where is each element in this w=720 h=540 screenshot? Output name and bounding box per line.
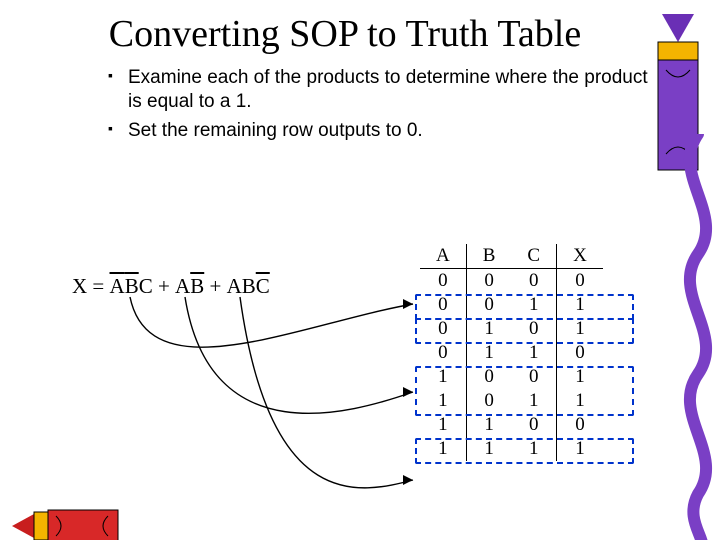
squiggle-icon — [676, 134, 720, 540]
table-cell: 0 — [420, 269, 466, 294]
table-cell: 0 — [466, 269, 511, 294]
table-row: 0110 — [420, 341, 603, 365]
table-cell: 1 — [420, 413, 466, 437]
th-x: X — [557, 244, 603, 269]
table-cell: 0 — [557, 341, 603, 365]
table-row: 1100 — [420, 413, 603, 437]
truth-table: A B C X 00000011010101101001101111001111 — [420, 244, 603, 461]
table-cell: 0 — [557, 269, 603, 294]
table-cell: 1 — [511, 341, 556, 365]
highlight-row-1 — [415, 294, 634, 320]
slide: Converting SOP to Truth Table Examine ea… — [0, 14, 720, 540]
table-cell: 0 — [420, 341, 466, 365]
table-cell: 1 — [466, 413, 511, 437]
highlight-rows-45 — [415, 366, 634, 416]
table-cell: 0 — [557, 413, 603, 437]
crayon-icon — [12, 486, 122, 540]
table-row: 0000 — [420, 269, 603, 294]
table-cell: 0 — [511, 269, 556, 294]
th-a: A — [420, 244, 466, 269]
highlight-row-7 — [415, 438, 634, 464]
th-c: C — [511, 244, 556, 269]
th-b: B — [466, 244, 511, 269]
table-cell: 0 — [511, 413, 556, 437]
highlight-row-2 — [415, 318, 634, 344]
table-cell: 1 — [466, 341, 511, 365]
